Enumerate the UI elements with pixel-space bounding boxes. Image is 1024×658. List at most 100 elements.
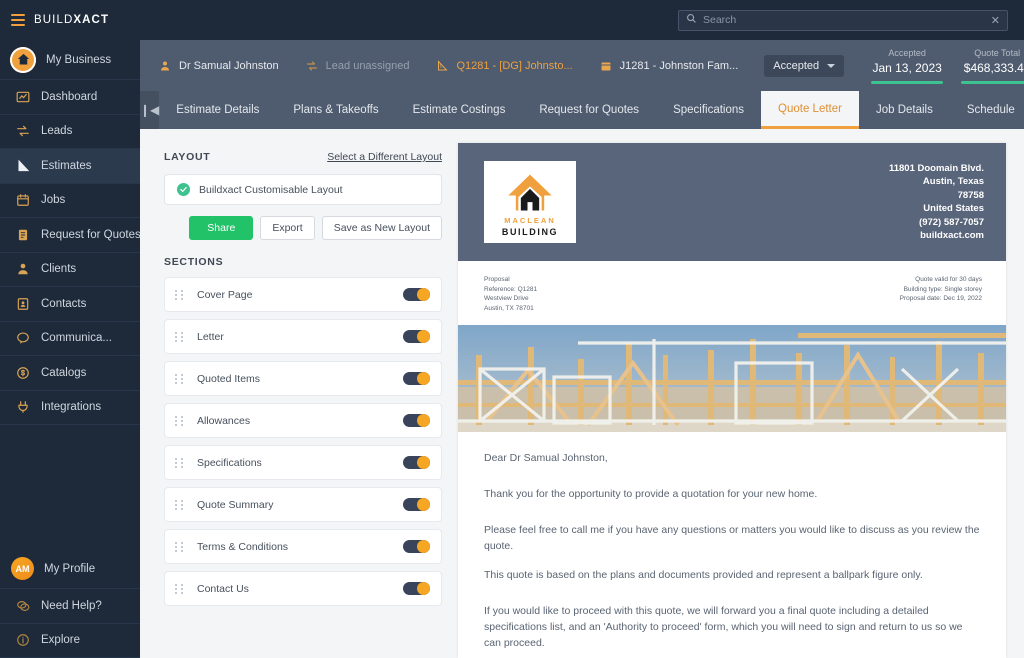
breadcrumb-label: Lead unassigned (326, 60, 410, 72)
document-preview-wrapper: MACLEAN BUILDING 11801 Doomain Blvd. Aus… (458, 129, 1024, 658)
section-row-allowances[interactable]: Allowances (164, 403, 442, 438)
save-as-new-layout-button[interactable]: Save as New Layout (322, 216, 442, 240)
tab-label: Job Details (876, 104, 933, 116)
accepted-stat-title: Accepted (888, 48, 926, 58)
status-dropdown[interactable]: Accepted (764, 55, 844, 77)
dollar-circle-icon (14, 364, 31, 381)
sidebar-item-integrations[interactable]: Integrations (0, 391, 140, 426)
proposal-meta-right: Quote valid for 30 days Building type: S… (900, 275, 982, 313)
breadcrumb-item-job[interactable]: J1281 - Johnston Fam... (599, 59, 765, 73)
sidebar-item-label: Dashboard (41, 91, 97, 103)
collapse-left-icon[interactable]: ❙◀ (140, 91, 159, 129)
drag-handle-icon[interactable] (175, 332, 184, 342)
meta-line: Building type: Single storey (900, 285, 982, 295)
tab-schedule[interactable]: Schedule (950, 91, 1024, 129)
drag-handle-icon[interactable] (175, 500, 184, 510)
drag-handle-icon[interactable] (175, 416, 184, 426)
sidebar-item-clients[interactable]: Clients (0, 253, 140, 288)
section-toggle[interactable] (403, 288, 430, 301)
section-row-terms-conditions[interactable]: Terms & Conditions (164, 529, 442, 564)
drag-handle-icon[interactable] (175, 584, 184, 594)
section-toggle[interactable] (403, 456, 430, 469)
sidebar-item-my-profile[interactable]: AM My Profile (0, 549, 140, 589)
tab-estimate-costings[interactable]: Estimate Costings (396, 91, 523, 129)
section-row-specifications[interactable]: Specifications (164, 445, 442, 480)
sidebar-item-label: Catalogs (41, 367, 86, 379)
proposal-meta-left: Proposal Reference: Q1281 Westview Drive… (484, 275, 537, 313)
tab-specifications[interactable]: Specifications (656, 91, 761, 129)
sidebar-item-dashboard[interactable]: Dashboard (0, 80, 140, 115)
drag-handle-icon[interactable] (175, 542, 184, 552)
calendar-icon (599, 59, 613, 73)
avatar-initials: AM (16, 564, 30, 574)
tab-request-for-quotes[interactable]: Request for Quotes (522, 91, 656, 129)
drag-handle-icon[interactable] (175, 374, 184, 384)
breadcrumb-item-client[interactable]: Dr Samual Johnston (158, 59, 305, 73)
drag-handle-icon[interactable] (175, 458, 184, 468)
section-toggle[interactable] (403, 330, 430, 343)
sidebar: BUILDXACT My Business Dashboard Leads Es (0, 0, 140, 658)
section-toggle[interactable] (403, 414, 430, 427)
letter-paragraph: Thank you for the opportunity to provide… (484, 486, 982, 502)
hamburger-menu-icon[interactable] (11, 14, 25, 26)
section-toggle[interactable] (403, 582, 430, 595)
tab-estimate-details[interactable]: Estimate Details (159, 91, 276, 129)
exchange-icon (305, 59, 319, 73)
meta-line: Quote valid for 30 days (900, 275, 982, 285)
quote-total-value: $468,333.44 (964, 61, 1024, 75)
sidebar-item-label: Request for Quotes (41, 229, 141, 241)
select-different-layout-link[interactable]: Select a Different Layout (327, 151, 442, 163)
logo-text-line1: MACLEAN (504, 216, 556, 225)
address-line: Austin, Texas (889, 175, 984, 189)
search-input[interactable]: Search ✕ (678, 10, 1008, 31)
sidebar-item-communications[interactable]: Communica... (0, 322, 140, 357)
sidebar-item-label: My Business (46, 54, 111, 66)
letter-body: Dear Dr Samual Johnston, Thank you for t… (458, 432, 1006, 658)
sidebar-item-label: Clients (41, 263, 76, 275)
section-row-cover-page[interactable]: Cover Page (164, 277, 442, 312)
section-row-letter[interactable]: Letter (164, 319, 442, 354)
sidebar-item-catalogs[interactable]: Catalogs (0, 356, 140, 391)
app-root: BUILDXACT My Business Dashboard Leads Es (0, 0, 1024, 658)
accepted-stat-value: Jan 13, 2023 (872, 61, 941, 75)
section-toggle[interactable] (403, 540, 430, 553)
sidebar-item-estimates[interactable]: Estimates (0, 149, 140, 184)
timber-frame-image (458, 325, 1006, 432)
brand-light: BUILD (34, 14, 73, 26)
section-toggle[interactable] (403, 372, 430, 385)
avatar: AM (11, 557, 34, 580)
tab-label: Request for Quotes (539, 104, 639, 116)
sidebar-item-contacts[interactable]: Contacts (0, 287, 140, 322)
company-address: 11801 Doomain Blvd. Austin, Texas 78758 … (889, 162, 984, 243)
section-toggle[interactable] (403, 498, 430, 511)
brand-logo-text: BUILDXACT (34, 14, 109, 26)
logo-text-line2: BUILDING (502, 227, 558, 237)
share-button[interactable]: Share (189, 216, 253, 240)
export-button[interactable]: Export (260, 216, 314, 240)
sidebar-item-jobs[interactable]: Jobs (0, 184, 140, 219)
sidebar-item-need-help[interactable]: Need Help? (0, 589, 140, 624)
section-row-quoted-items[interactable]: Quoted Items (164, 361, 442, 396)
document-header: MACLEAN BUILDING 11801 Doomain Blvd. Aus… (458, 143, 1006, 261)
letter-paragraph: This quote is based on the plans and doc… (484, 567, 982, 583)
letter-paragraph: If you would like to proceed with this q… (484, 603, 982, 651)
drag-handle-icon[interactable] (175, 290, 184, 300)
section-row-quote-summary[interactable]: Quote Summary (164, 487, 442, 522)
sidebar-item-label: My Profile (44, 563, 95, 575)
tab-quote-letter[interactable]: Quote Letter (761, 91, 859, 129)
sidebar-item-my-business[interactable]: My Business (0, 40, 140, 80)
sections-title: SECTIONS (164, 256, 442, 268)
sidebar-item-request-for-quotes[interactable]: Request for Quotes (0, 218, 140, 253)
sidebar-item-explore[interactable]: Explore (0, 624, 140, 658)
sidebar-item-leads[interactable]: Leads (0, 115, 140, 150)
tab-plans-takeoffs[interactable]: Plans & Takeoffs (276, 91, 395, 129)
selected-layout-card[interactable]: Buildxact Customisable Layout (164, 174, 442, 205)
tab-job-details[interactable]: Job Details (859, 91, 950, 129)
address-line: 11801 Doomain Blvd. (889, 162, 984, 176)
tab-label: Schedule (967, 104, 1015, 116)
layout-actions: Share Export Save as New Layout (164, 216, 442, 240)
breadcrumb-item-quote[interactable]: Q1281 - [DG] Johnsto... (435, 59, 598, 73)
section-row-contact-us[interactable]: Contact Us (164, 571, 442, 606)
close-icon[interactable]: ✕ (991, 14, 1000, 27)
breadcrumb-item-lead[interactable]: Lead unassigned (305, 59, 436, 73)
